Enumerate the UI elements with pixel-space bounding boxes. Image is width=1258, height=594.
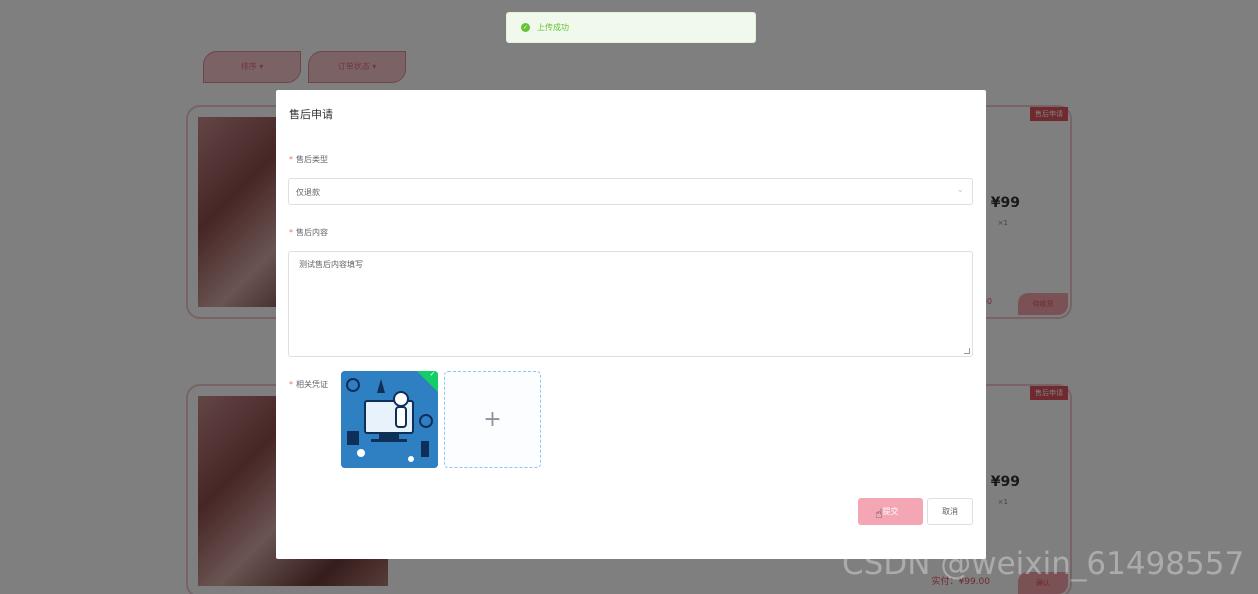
success-check-icon: ✓ [521,23,530,32]
check-icon: ✓ [429,371,436,378]
resize-handle-icon[interactable] [964,348,970,354]
after-sales-content-text: 测试售后内容填写 [299,260,363,269]
after-sales-content-label: * 售后内容 [289,228,328,237]
required-asterisk: * [289,228,293,237]
watermark: CSDN @weixin_61498557 [842,546,1245,582]
after-sales-content-textarea[interactable]: 测试售后内容填写 [288,251,973,357]
submit-button[interactable]: 提交 [858,498,923,525]
robot-illustration-icon [341,371,438,468]
plus-icon: + [483,407,502,432]
after-sales-type-label: * 售后类型 [289,155,328,164]
chevron-down-icon: ⌄ [956,185,964,195]
dialog-title: 售后申请 [289,108,333,121]
success-toast: ✓ 上传成功 [506,12,756,43]
required-asterisk: * [289,155,293,164]
toast-message: 上传成功 [537,23,569,32]
cancel-button[interactable]: 取消 [927,498,973,525]
add-evidence-button[interactable]: + [444,371,541,468]
required-asterisk: * [289,380,293,389]
evidence-label: * 相关凭证 [289,380,328,389]
uploaded-evidence-thumbnail[interactable]: ✓ [341,371,438,468]
after-sales-type-select[interactable]: 仅退款 ⌄ [288,178,973,205]
after-sales-type-value: 仅退款 [296,188,320,197]
hand-pointer-icon: ☝ [875,507,883,522]
after-sales-dialog: 售后申请 *售后类型 仅退款 ⌄ *售后内容 测试售后内容填写 *相关凭证 [276,90,986,559]
